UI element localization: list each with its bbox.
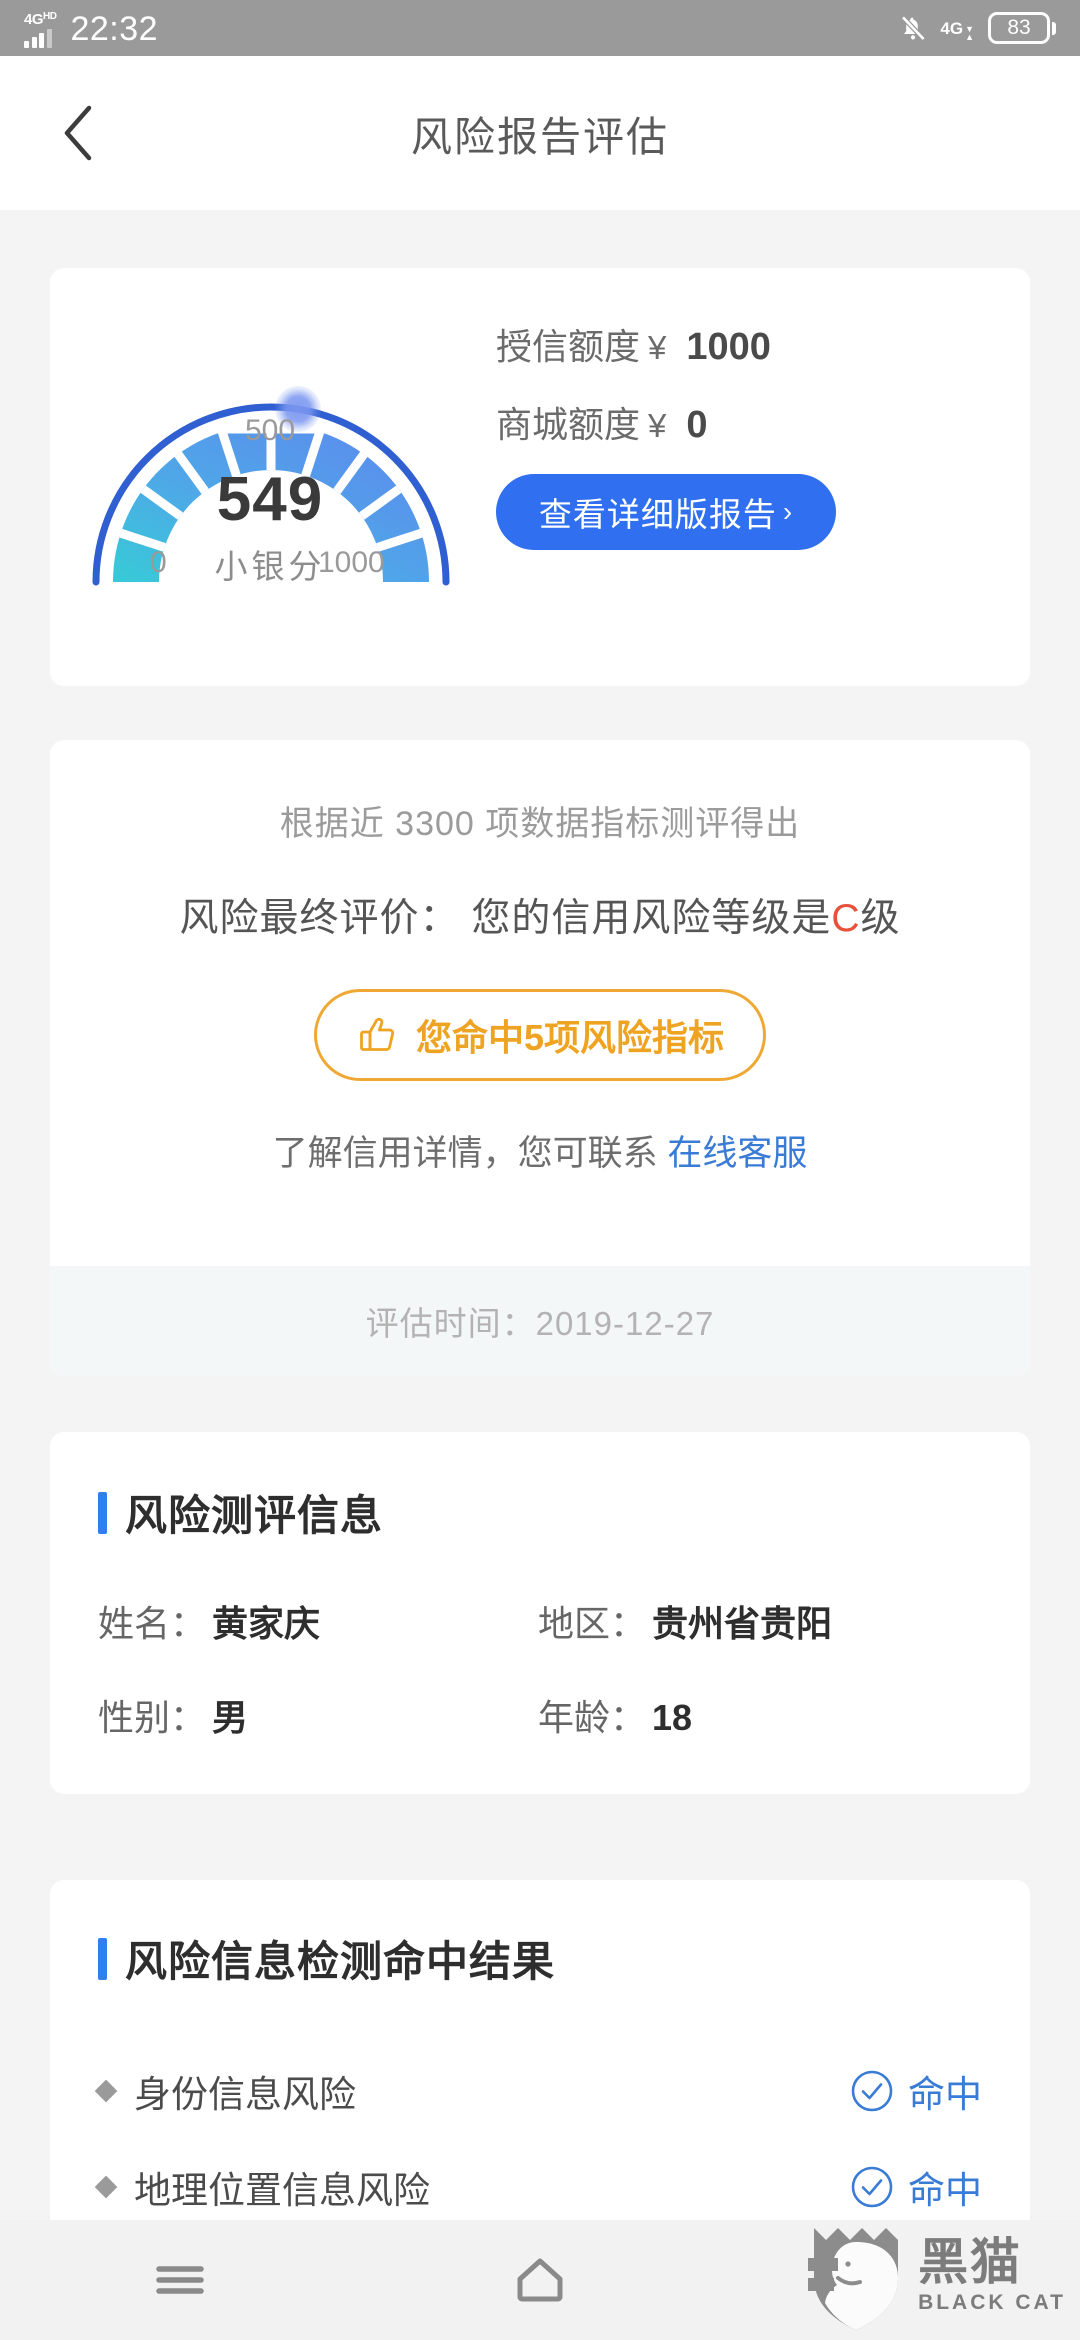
menu-icon bbox=[156, 2266, 204, 2294]
hit-indicators-badge[interactable]: 您命中5项风险指标 bbox=[314, 989, 766, 1081]
evaluation-time-bar: 评估时间：2019-12-27 bbox=[50, 1266, 1030, 1376]
detection-item-name: 身份信息风险 bbox=[134, 2074, 356, 2115]
verdict-card: 根据近 3300 项数据指标测评得出 风险最终评价： 您的信用风险等级是C级 您… bbox=[50, 740, 1030, 1376]
check-circle-icon bbox=[850, 2069, 894, 2113]
info-key: 性别： bbox=[98, 1697, 207, 1738]
watermark-cn-text: 黑猫 bbox=[918, 2234, 1023, 2290]
network-type-label: 4G bbox=[24, 10, 44, 28]
black-cat-wordmark: 黑猫 BLACK CAT bbox=[918, 2237, 1066, 2315]
info-key: 姓名： bbox=[98, 1603, 207, 1644]
view-detailed-report-label: 查看详细版报告 bbox=[538, 496, 777, 533]
diamond-bullet-icon bbox=[94, 2175, 118, 2199]
recent-apps-button[interactable] bbox=[120, 2220, 240, 2340]
page-title: 风险报告评估 bbox=[411, 114, 669, 160]
gauge-arc bbox=[92, 403, 450, 586]
info-cell-name: 姓名： 黄家庆 bbox=[98, 1595, 538, 1647]
info-value: 黄家庆 bbox=[212, 1603, 321, 1644]
risk-info-section-title: 风险测评信息 bbox=[98, 1482, 982, 1543]
phone-screen: 4GHD 22:32 4G ▼ ▲ 83 风险报告评估 500 549 小银分 … bbox=[0, 0, 1080, 2340]
battery-percent-label: 83 bbox=[1007, 16, 1031, 39]
detection-item-status: 命中 bbox=[908, 2170, 982, 2211]
list-item[interactable]: 身份信息风险 命中 bbox=[94, 2043, 982, 2139]
black-cat-watermark: 黑猫 BLACK CAT bbox=[808, 2220, 1066, 2332]
detection-item-status: 命中 bbox=[908, 2074, 982, 2115]
section-accent-bar bbox=[98, 1937, 107, 1980]
limits-panel: 授信额度 ¥ 1000 商城额度 ¥ 0 查看详细版报告 › bbox=[490, 268, 1030, 550]
credit-limit-value: 1000 bbox=[686, 326, 771, 368]
system-navigation-bar: 黑猫 BLACK CAT bbox=[0, 2220, 1080, 2340]
app-header: 风险报告评估 bbox=[0, 56, 1080, 210]
info-key: 年龄： bbox=[538, 1697, 647, 1738]
view-detailed-report-button[interactable]: 查看详细版报告 › bbox=[496, 474, 836, 550]
black-cat-shield-icon bbox=[808, 2220, 904, 2332]
info-value: 男 bbox=[212, 1697, 249, 1738]
info-row: 性别： 男 年龄： 18 bbox=[98, 1689, 982, 1741]
info-key: 地区： bbox=[538, 1603, 647, 1644]
battery-icon: 83 bbox=[988, 12, 1056, 44]
credit-limit-currency: ¥ bbox=[648, 329, 667, 366]
info-value: 18 bbox=[652, 1697, 693, 1738]
mall-limit-currency: ¥ bbox=[648, 407, 667, 444]
detection-list: 身份信息风险 命中 地理位置信息风险 命中 bbox=[94, 2043, 982, 2235]
risk-grade-value: C bbox=[831, 897, 861, 940]
back-button[interactable] bbox=[48, 103, 108, 163]
signal-bars-icon: 4GHD bbox=[24, 10, 57, 48]
network-hd-label: HD bbox=[43, 10, 57, 22]
section-accent-bar bbox=[98, 1491, 107, 1534]
home-icon bbox=[517, 2258, 563, 2302]
verdict-main-suffix: 级 bbox=[860, 897, 901, 940]
status-bar: 4GHD 22:32 4G ▼ ▲ 83 bbox=[0, 0, 1080, 56]
status-bar-left: 4GHD 22:32 bbox=[24, 9, 158, 48]
status-bar-clock: 22:32 bbox=[70, 9, 159, 48]
data-arrows-icon: 4G ▼ ▲ bbox=[940, 18, 974, 42]
info-cell-age: 年龄： 18 bbox=[538, 1689, 978, 1741]
mall-limit-value: 0 bbox=[686, 404, 708, 446]
mute-bell-icon bbox=[900, 14, 926, 42]
risk-info-card: 风险测评信息 姓名： 黄家庆 地区： 贵州省贵阳 性别： 男 年龄： 18 bbox=[50, 1432, 1030, 1794]
hit-indicators-label: 您命中5项风险指标 bbox=[415, 1017, 725, 1058]
watermark-en-text: BLACK CAT bbox=[918, 2291, 1066, 2314]
info-cell-gender: 性别： 男 bbox=[98, 1689, 538, 1741]
thumbs-up-icon bbox=[360, 1017, 394, 1051]
detection-title-text: 风险信息检测命中结果 bbox=[125, 1938, 556, 1985]
credit-limit-row: 授信额度 ¥ 1000 bbox=[490, 318, 996, 370]
evaluation-time-text: 评估时间：2019-12-27 bbox=[365, 1305, 715, 1342]
check-circle-icon bbox=[850, 2165, 894, 2209]
status-bar-right: 4G ▼ ▲ 83 bbox=[900, 12, 1056, 44]
credit-limit-label: 授信额度 bbox=[496, 326, 641, 367]
risk-info-title-text: 风险测评信息 bbox=[125, 1492, 384, 1539]
verdict-main-prefix: 风险最终评价： 您的信用风险等级是 bbox=[179, 897, 832, 940]
score-card: 500 549 小银分 0 1000 授信额度 ¥ 1000 商城额度 ¥ 0 bbox=[50, 268, 1030, 686]
customer-service-line: 了解信用详情，您可联系 在线客服 bbox=[50, 1125, 1030, 1176]
customer-service-prefix: 了解信用详情，您可联系 bbox=[272, 1134, 668, 1173]
info-value: 贵州省贵阳 bbox=[652, 1603, 833, 1644]
back-chevron-icon bbox=[64, 105, 92, 161]
online-customer-service-link[interactable]: 在线客服 bbox=[667, 1134, 807, 1173]
detection-item-name: 地理位置信息风险 bbox=[134, 2170, 430, 2211]
risk-info-grid: 姓名： 黄家庆 地区： 贵州省贵阳 性别： 男 年龄： 18 bbox=[98, 1595, 982, 1741]
diamond-bullet-icon bbox=[94, 2079, 118, 2103]
home-button[interactable] bbox=[480, 2220, 600, 2340]
credit-score-gauge: 500 549 小银分 0 1000 bbox=[50, 268, 490, 686]
mall-limit-row: 商城额度 ¥ 0 bbox=[490, 396, 996, 448]
info-cell-region: 地区： 贵州省贵阳 bbox=[538, 1595, 978, 1647]
secondary-network-label: 4G bbox=[940, 18, 964, 38]
verdict-main-line: 风险最终评价： 您的信用风险等级是C级 bbox=[50, 887, 1030, 943]
detection-results-card: 风险信息检测命中结果 身份信息风险 命中 地理位置信息风险 命中 bbox=[50, 1880, 1030, 2260]
info-row: 姓名： 黄家庆 地区： 贵州省贵阳 bbox=[98, 1595, 982, 1647]
mall-limit-label: 商城额度 bbox=[496, 404, 641, 445]
detection-section-title: 风险信息检测命中结果 bbox=[98, 1928, 982, 1989]
verdict-subtitle: 根据近 3300 项数据指标测评得出 bbox=[279, 805, 801, 843]
chevron-right-icon: › bbox=[782, 496, 794, 527]
